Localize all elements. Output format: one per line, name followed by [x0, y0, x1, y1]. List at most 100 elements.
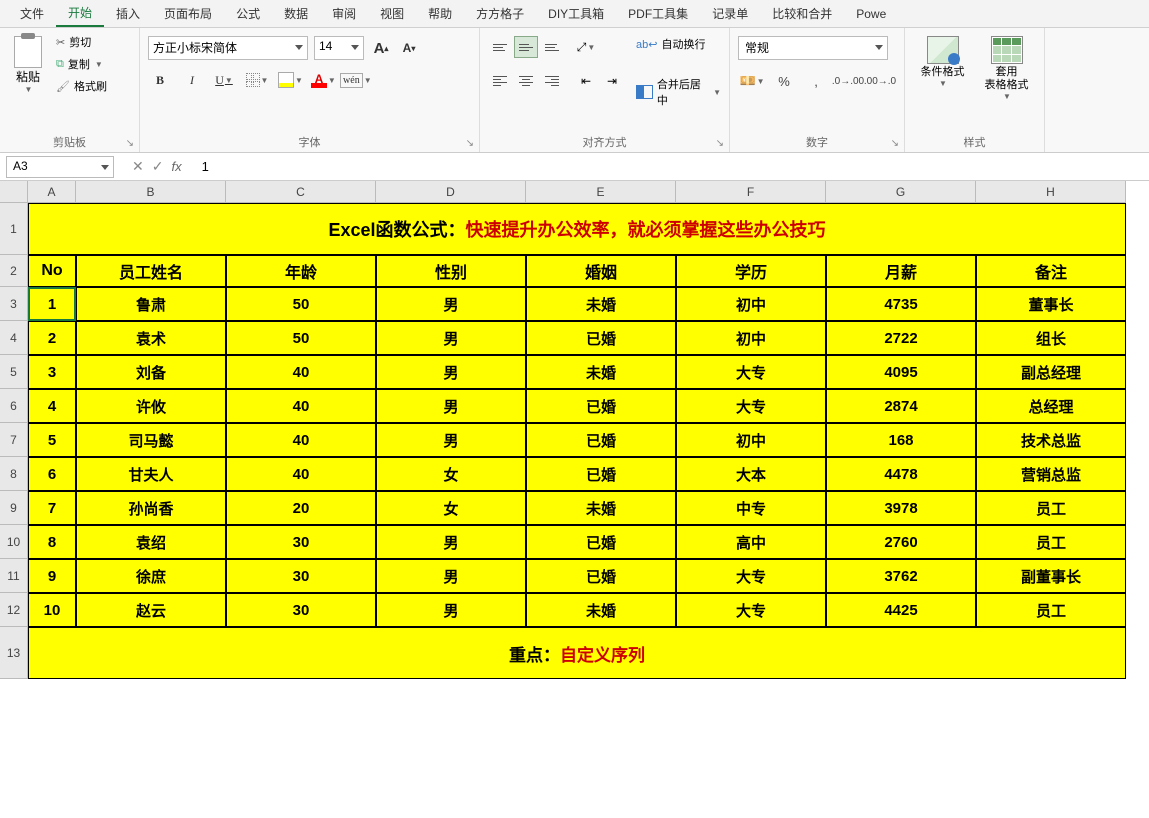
menu-tab-13[interactable]: 比较和合并 [760, 1, 844, 26]
fx-icon[interactable]: fx [171, 159, 181, 174]
cell-no[interactable]: 4 [28, 389, 76, 423]
row-header-3[interactable]: 3 [0, 287, 28, 321]
cell-sex[interactable]: 男 [376, 287, 526, 321]
increase-indent-button[interactable]: ⇥ [600, 70, 624, 92]
cell-note[interactable]: 营销总监 [976, 457, 1126, 491]
row-header-12[interactable]: 12 [0, 593, 28, 627]
table-header-2[interactable]: 年龄 [226, 255, 376, 287]
comma-button[interactable]: , [802, 70, 830, 92]
cell-salary[interactable]: 4735 [826, 287, 976, 321]
table-header-7[interactable]: 备注 [976, 255, 1126, 287]
cell-marriage[interactable]: 已婚 [526, 525, 676, 559]
cell-no[interactable]: 6 [28, 457, 76, 491]
cell-marriage[interactable]: 已婚 [526, 321, 676, 355]
cell-no[interactable]: 9 [28, 559, 76, 593]
align-left-button[interactable] [488, 70, 512, 92]
cell-salary[interactable]: 2874 [826, 389, 976, 423]
cell-edu[interactable]: 大专 [676, 559, 826, 593]
col-header-D[interactable]: D [376, 181, 526, 203]
cell-age[interactable]: 40 [226, 355, 376, 389]
cell-no[interactable]: 10 [28, 593, 76, 627]
cell-name[interactable]: 司马懿 [76, 423, 226, 457]
cell-age[interactable]: 30 [226, 559, 376, 593]
cell-salary[interactable]: 4095 [826, 355, 976, 389]
cell-marriage[interactable]: 已婚 [526, 389, 676, 423]
row-header-2[interactable]: 2 [0, 255, 28, 287]
cell-salary[interactable]: 2760 [826, 525, 976, 559]
menu-tab-9[interactable]: 方方格子 [464, 1, 536, 26]
align-right-button[interactable] [540, 70, 564, 92]
cell-salary[interactable]: 3978 [826, 491, 976, 525]
cell-note[interactable]: 总经理 [976, 389, 1126, 423]
cell-marriage[interactable]: 已婚 [526, 423, 676, 457]
cell-sex[interactable]: 男 [376, 321, 526, 355]
footer-cell[interactable]: 重点：自定义序列 [28, 627, 1126, 679]
font-launcher[interactable]: ↘ [466, 138, 474, 149]
name-box[interactable]: A3 [6, 156, 114, 178]
italic-button[interactable]: I [180, 68, 204, 92]
wrap-text-button[interactable]: ab↩自动换行 [636, 36, 721, 52]
align-bottom-button[interactable] [540, 36, 564, 58]
cell-sex[interactable]: 男 [376, 389, 526, 423]
cell-salary[interactable]: 3762 [826, 559, 976, 593]
row-header-8[interactable]: 8 [0, 457, 28, 491]
row-header-4[interactable]: 4 [0, 321, 28, 355]
cell-edu[interactable]: 高中 [676, 525, 826, 559]
cell-sex[interactable]: 男 [376, 355, 526, 389]
menu-tab-2[interactable]: 插入 [104, 1, 152, 26]
col-header-A[interactable]: A [28, 181, 76, 203]
cell-salary[interactable]: 2722 [826, 321, 976, 355]
increase-font-button[interactable]: A▴ [370, 37, 392, 59]
col-header-E[interactable]: E [526, 181, 676, 203]
underline-button[interactable]: U▼ [212, 68, 236, 92]
cell-name[interactable]: 刘备 [76, 355, 226, 389]
cancel-formula-button[interactable]: ✕ [132, 158, 144, 175]
table-header-1[interactable]: 员工姓名 [76, 255, 226, 287]
cell-sex[interactable]: 男 [376, 593, 526, 627]
cell-salary[interactable]: 4425 [826, 593, 976, 627]
orientation-button[interactable]: ⤢▼ [574, 36, 598, 58]
cell-age[interactable]: 50 [226, 287, 376, 321]
align-top-button[interactable] [488, 36, 512, 58]
align-launcher[interactable]: ↘ [716, 138, 724, 149]
cell-age[interactable]: 50 [226, 321, 376, 355]
decrease-decimal-button[interactable]: .00→.0 [866, 70, 894, 92]
confirm-formula-button[interactable]: ✓ [152, 158, 164, 175]
percent-button[interactable]: % [770, 70, 798, 92]
cell-marriage[interactable]: 未婚 [526, 491, 676, 525]
number-format-select[interactable]: 常规 [738, 36, 888, 60]
table-format-button[interactable]: 套用 表格格式 ▼ [979, 32, 1035, 134]
cell-no[interactable]: 2 [28, 321, 76, 355]
cell-name[interactable]: 赵云 [76, 593, 226, 627]
copy-button[interactable]: ⧉复制▼ [54, 54, 109, 74]
cell-marriage[interactable]: 已婚 [526, 457, 676, 491]
align-middle-button[interactable] [514, 36, 538, 58]
menu-tab-1[interactable]: 开始 [56, 0, 104, 27]
cell-sex[interactable]: 女 [376, 491, 526, 525]
col-header-H[interactable]: H [976, 181, 1126, 203]
cell-age[interactable]: 30 [226, 593, 376, 627]
table-header-6[interactable]: 月薪 [826, 255, 976, 287]
cell-age[interactable]: 40 [226, 457, 376, 491]
cell-name[interactable]: 鲁肃 [76, 287, 226, 321]
cell-edu[interactable]: 大专 [676, 593, 826, 627]
cell-note[interactable]: 副总经理 [976, 355, 1126, 389]
select-all-corner[interactable] [0, 181, 28, 203]
menu-tab-8[interactable]: 帮助 [416, 1, 464, 26]
cell-name[interactable]: 袁术 [76, 321, 226, 355]
cell-no[interactable]: 1 [28, 287, 76, 321]
borders-button[interactable]: ▼ [244, 69, 270, 91]
cell-name[interactable]: 许攸 [76, 389, 226, 423]
cell-sex[interactable]: 女 [376, 457, 526, 491]
currency-button[interactable]: 💴▼ [738, 70, 766, 92]
menu-tab-12[interactable]: 记录单 [700, 1, 760, 26]
cell-no[interactable]: 7 [28, 491, 76, 525]
cell-edu[interactable]: 大本 [676, 457, 826, 491]
cell-salary[interactable]: 4478 [826, 457, 976, 491]
menu-tab-5[interactable]: 数据 [272, 1, 320, 26]
increase-decimal-button[interactable]: .0→.00 [834, 70, 862, 92]
row-header-10[interactable]: 10 [0, 525, 28, 559]
format-painter-button[interactable]: 🖌格式刷 [54, 76, 109, 96]
row-header-9[interactable]: 9 [0, 491, 28, 525]
merge-center-button[interactable]: 合并后居中▼ [636, 76, 721, 108]
